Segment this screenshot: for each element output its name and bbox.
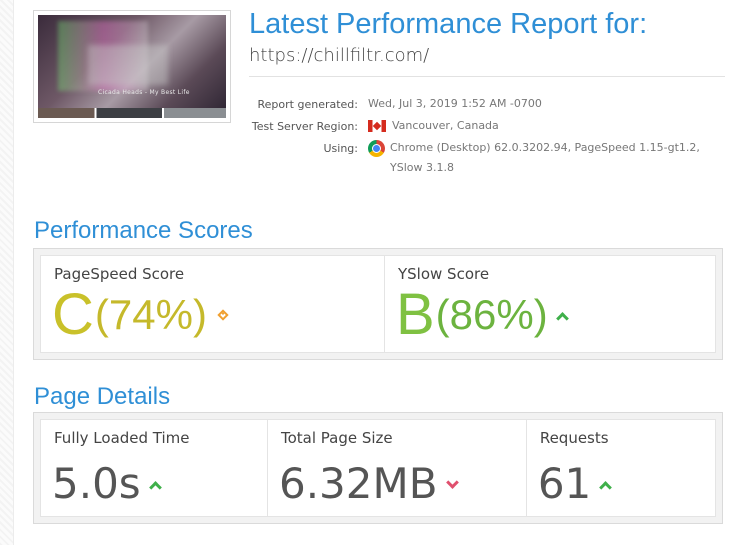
total-page-size-card[interactable]: Total Page Size 6.32MB (266, 419, 527, 517)
page-details-panel: Fully Loaded Time 5.0s Total Page Size 6… (33, 412, 723, 524)
server-region-label: Test Server Region: (251, 120, 358, 133)
pagespeed-score-label: PageSpeed Score (54, 265, 185, 283)
chrome-icon (368, 140, 385, 157)
yslow-grade: B (395, 282, 435, 347)
yslow-percent: (86%) (435, 291, 548, 338)
total-page-size-label: Total Page Size (280, 429, 393, 447)
left-edge-stripe (0, 0, 14, 545)
fully-loaded-time-label: Fully Loaded Time (54, 429, 190, 447)
meta-row-using: Using: Chrome (Desktop) 62.0.3202.94, Pa… (249, 140, 729, 178)
pagespeed-grade: C (52, 282, 94, 347)
total-page-size-value: 6.32MB (278, 459, 438, 508)
performance-scores-title: Performance Scores (34, 217, 253, 244)
meta-row-server-region: Test Server Region: Vancouver, Canada (249, 119, 729, 136)
requests-label: Requests (539, 429, 609, 447)
pagespeed-score-card[interactable]: PageSpeed Score C (74%) (40, 255, 385, 353)
report-url[interactable]: https://chillfiltr.com/ (249, 45, 429, 66)
fully-loaded-time-value: 5.0s (52, 459, 141, 508)
page-details-title: Page Details (34, 383, 171, 410)
thumbnail-image: Cicada Heads - My Best Life (38, 15, 226, 118)
header-divider (249, 76, 725, 77)
down-arrow-icon (445, 475, 459, 489)
using-label: Using: (323, 142, 359, 155)
canada-flag-icon (368, 120, 386, 132)
up-arrow-icon (599, 480, 613, 494)
using-value: Chrome (Desktop) 62.0.3202.94, PageSpeed… (390, 141, 700, 174)
performance-scores-panel: PageSpeed Score C (74%) YSlow Score B (8… (33, 248, 723, 360)
requests-value: 61 (537, 459, 592, 508)
report-generated-value: Wed, Jul 3, 2019 1:52 AM -0700 (368, 97, 542, 110)
diamond-icon (217, 309, 229, 321)
report-title: Latest Performance Report for: (249, 8, 648, 40)
report-meta: Report generated: Wed, Jul 3, 2019 1:52 … (249, 97, 729, 184)
server-region-value: Vancouver, Canada (392, 119, 499, 132)
report-generated-label: Report generated: (257, 98, 358, 111)
pagespeed-percent: (74%) (94, 291, 207, 338)
requests-card[interactable]: Requests 61 (525, 419, 716, 517)
yslow-score-card[interactable]: YSlow Score B (86%) (383, 255, 716, 353)
up-arrow-icon (555, 311, 569, 325)
fully-loaded-time-card[interactable]: Fully Loaded Time 5.0s (40, 419, 268, 517)
up-arrow-icon (148, 480, 162, 494)
meta-row-report-generated: Report generated: Wed, Jul 3, 2019 1:52 … (249, 97, 729, 114)
yslow-score-label: YSlow Score (397, 265, 490, 283)
site-screenshot-thumbnail[interactable]: Cicada Heads - My Best Life (33, 10, 231, 123)
thumbnail-caption: Cicada Heads - My Best Life (98, 89, 190, 96)
